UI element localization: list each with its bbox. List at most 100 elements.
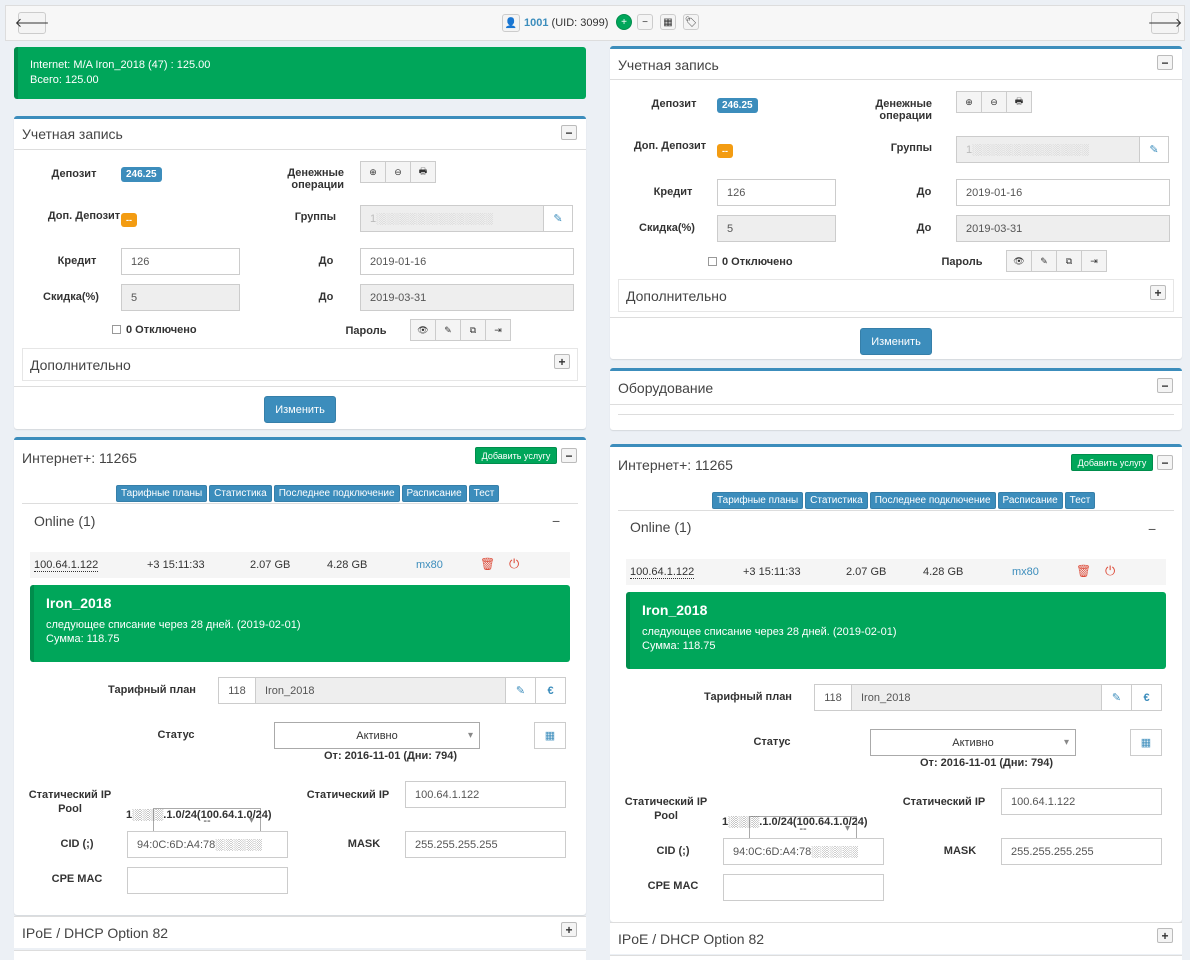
static-ip-input[interactable]: 100.64.1.122 bbox=[405, 781, 566, 808]
trash-icon[interactable]: 🗑 bbox=[480, 557, 495, 571]
print-button[interactable]: 🖶 bbox=[1006, 91, 1032, 113]
groups-input[interactable]: 1░░░░░░░░░░░░░░░ bbox=[360, 205, 544, 232]
show-password-button[interactable]: 👁 bbox=[410, 319, 436, 341]
expand-button[interactable]: + bbox=[1157, 928, 1173, 943]
forward-button[interactable]: 🡒 bbox=[1148, 12, 1182, 34]
status-select[interactable]: Активно bbox=[870, 729, 1076, 756]
show-password-button[interactable]: 👁 bbox=[1006, 250, 1032, 272]
print-button[interactable]: 🖶 bbox=[410, 161, 436, 183]
collapse-button[interactable]: − bbox=[561, 448, 577, 463]
tariff-name-input[interactable]: Iron_2018 bbox=[851, 684, 1102, 711]
discount-to-input[interactable]: 2019-03-31 bbox=[956, 215, 1170, 242]
power-icon[interactable]: ⏻ bbox=[509, 556, 519, 572]
edit-groups-button[interactable]: ✎ bbox=[1139, 136, 1169, 163]
tariff-next: следующее списание через 28 дней. (2019-… bbox=[642, 626, 897, 638]
tab-schedule[interactable]: Расписание bbox=[401, 485, 467, 502]
cpe-mac-input[interactable] bbox=[127, 867, 288, 894]
add-icon[interactable]: + bbox=[616, 14, 632, 30]
session-nas-link[interactable]: mx80 bbox=[416, 559, 443, 571]
edit-groups-button[interactable]: ✎ bbox=[543, 205, 573, 232]
deposit-badge: 246.25 bbox=[121, 167, 162, 182]
change-button[interactable]: Изменить bbox=[264, 396, 336, 423]
session-nas-link[interactable]: mx80 bbox=[1012, 566, 1039, 578]
mask-input[interactable]: 255.255.255.255 bbox=[405, 831, 566, 858]
tab-statistics[interactable]: Статистика bbox=[209, 485, 272, 502]
edit-password-button[interactable]: ✎ bbox=[435, 319, 461, 341]
session-ip[interactable]: 100.64.1.122 bbox=[34, 559, 99, 572]
calendar-button[interactable]: ▦ bbox=[534, 722, 566, 749]
power-icon[interactable]: ⏻ bbox=[1105, 563, 1115, 579]
box-title: Интернет+: 11265 bbox=[22, 450, 137, 466]
tariff-id: 118 bbox=[218, 677, 256, 704]
add-money-button[interactable]: ⊕ bbox=[360, 161, 386, 183]
trash-icon[interactable]: 🗑 bbox=[1076, 564, 1091, 578]
tab-statistics[interactable]: Статистика bbox=[805, 492, 868, 509]
tab-test[interactable]: Тест bbox=[1064, 492, 1096, 509]
discount-to-input[interactable]: 2019-03-31 bbox=[360, 284, 574, 311]
ipoe-box-left[interactable]: IPoE / DHCP Option 82 + bbox=[14, 916, 586, 948]
extra-panel[interactable]: Дополнительно + bbox=[22, 348, 578, 381]
tab-last-connection[interactable]: Последнее подключение bbox=[273, 485, 400, 502]
credit-to-input[interactable]: 2019-01-16 bbox=[956, 179, 1170, 206]
copy-password-button[interactable]: ⧉ bbox=[1056, 250, 1082, 272]
collapse-button[interactable]: − bbox=[1157, 55, 1173, 70]
cid-input[interactable]: 94:0C:6D:A4:78░░░░░░ bbox=[127, 831, 288, 858]
credit-input[interactable]: 126 bbox=[717, 179, 836, 206]
user-login-link[interactable]: 1001 bbox=[524, 17, 548, 29]
grid-icon[interactable]: ▦ bbox=[660, 14, 676, 30]
edit-tariff-button[interactable]: ✎ bbox=[505, 677, 536, 704]
deposit-label: Депозит bbox=[51, 168, 97, 180]
cpe-mac-input[interactable] bbox=[723, 874, 884, 901]
disabled-label: 0 Отключено bbox=[722, 256, 793, 268]
edit-password-button[interactable]: ✎ bbox=[1031, 250, 1057, 272]
mask-input[interactable]: 255.255.255.255 bbox=[1001, 838, 1162, 865]
status-select[interactable]: Активно bbox=[274, 722, 480, 749]
static-ip-input[interactable]: 100.64.1.122 bbox=[1001, 788, 1162, 815]
cid-input[interactable]: 94:0C:6D:A4:78░░░░░░ bbox=[723, 838, 884, 865]
expand-button[interactable]: + bbox=[1150, 285, 1166, 300]
groups-input[interactable]: 1░░░░░░░░░░░░░░░ bbox=[956, 136, 1140, 163]
tab-tariffs[interactable]: Тарифные планы bbox=[712, 492, 804, 509]
minus-icon[interactable]: − bbox=[637, 14, 653, 30]
tags-icon[interactable]: 🏷 bbox=[683, 14, 699, 30]
disabled-checkbox[interactable] bbox=[708, 257, 717, 266]
discount-input[interactable]: 5 bbox=[717, 215, 836, 242]
next-box-right bbox=[610, 955, 1182, 960]
session-ip[interactable]: 100.64.1.122 bbox=[630, 566, 695, 579]
disabled-checkbox[interactable] bbox=[112, 325, 121, 334]
discount-input[interactable]: 5 bbox=[121, 284, 240, 311]
back-button[interactable]: 🡐 bbox=[15, 12, 49, 34]
tariff-money-button[interactable]: € bbox=[535, 677, 566, 704]
take-money-button[interactable]: ⊖ bbox=[385, 161, 411, 183]
credit-input[interactable]: 126 bbox=[121, 248, 240, 275]
calendar-button[interactable]: ▦ bbox=[1130, 729, 1162, 756]
edit-tariff-button[interactable]: ✎ bbox=[1101, 684, 1132, 711]
collapse-button[interactable]: − bbox=[1157, 455, 1173, 470]
ipoe-box-right[interactable]: IPoE / DHCP Option 82 + bbox=[610, 922, 1182, 954]
add-money-button[interactable]: ⊕ bbox=[956, 91, 982, 113]
send-password-button[interactable]: ⇥ bbox=[485, 319, 511, 341]
copy-password-button[interactable]: ⧉ bbox=[460, 319, 486, 341]
tab-test[interactable]: Тест bbox=[468, 485, 500, 502]
online-collapse-button[interactable]: − bbox=[1148, 521, 1156, 537]
expand-button[interactable]: + bbox=[554, 354, 570, 369]
ip-pool-info: 1░░░░.1.0/24(100.64.1.0/24) bbox=[722, 816, 868, 828]
tariff-name-input[interactable]: Iron_2018 bbox=[255, 677, 506, 704]
online-collapse-button[interactable]: − bbox=[552, 513, 560, 529]
minus-circle-icon: ⊖ bbox=[394, 166, 402, 177]
discount-to-label: До bbox=[916, 222, 932, 234]
tariff-money-button[interactable]: € bbox=[1131, 684, 1162, 711]
credit-to-input[interactable]: 2019-01-16 bbox=[360, 248, 574, 275]
tab-schedule[interactable]: Расписание bbox=[997, 492, 1063, 509]
change-button[interactable]: Изменить bbox=[860, 328, 932, 355]
collapse-button[interactable]: − bbox=[561, 125, 577, 140]
send-password-button[interactable]: ⇥ bbox=[1081, 250, 1107, 272]
tab-last-connection[interactable]: Последнее подключение bbox=[869, 492, 996, 509]
take-money-button[interactable]: ⊖ bbox=[981, 91, 1007, 113]
collapse-button[interactable]: − bbox=[1157, 378, 1173, 393]
expand-button[interactable]: + bbox=[561, 922, 577, 937]
add-service-button[interactable]: Добавить услугу bbox=[1071, 454, 1153, 471]
add-service-button[interactable]: Добавить услугу bbox=[475, 447, 557, 464]
extra-panel[interactable]: Дополнительно + bbox=[618, 279, 1174, 312]
tab-tariffs[interactable]: Тарифные планы bbox=[116, 485, 208, 502]
